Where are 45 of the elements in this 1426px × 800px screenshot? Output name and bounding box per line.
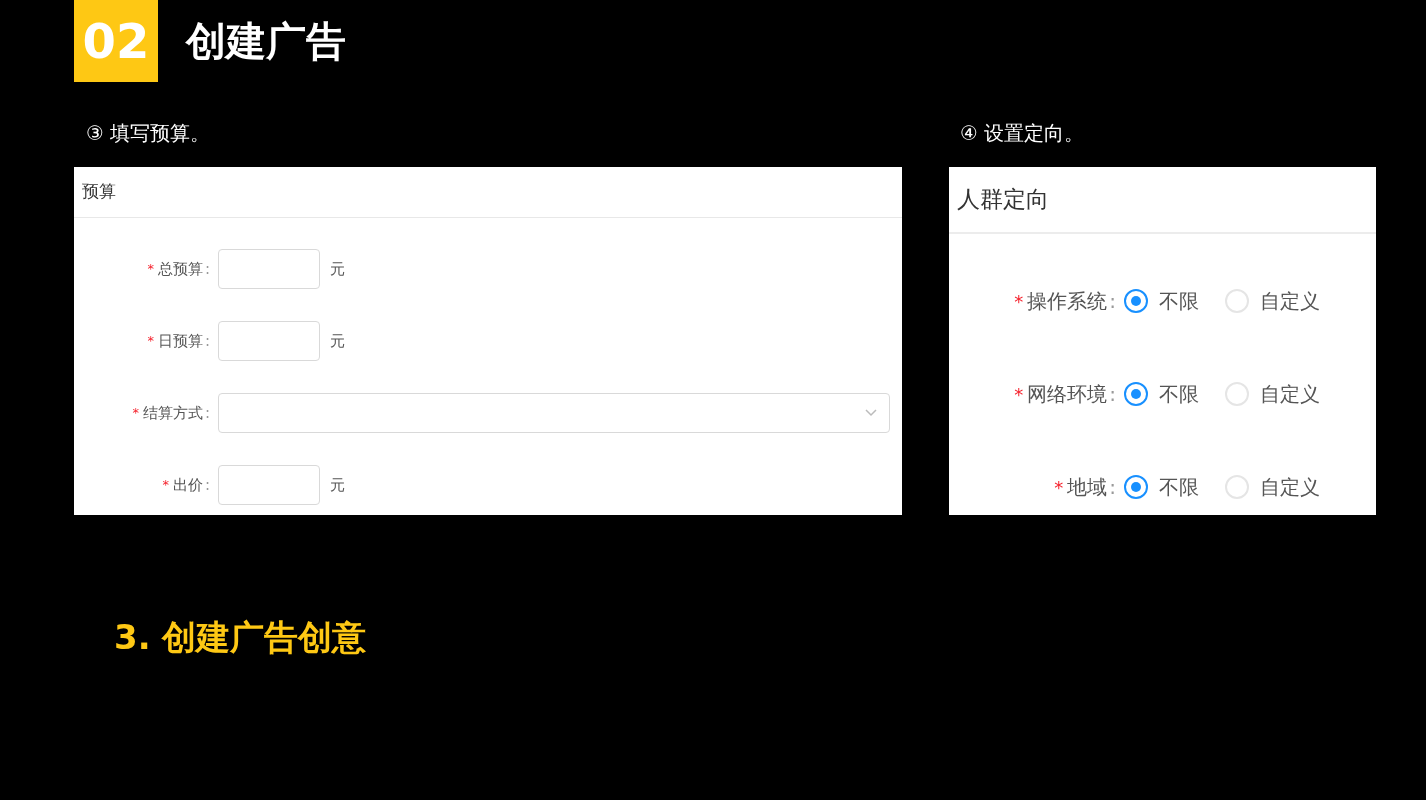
radio-button[interactable] — [1124, 475, 1148, 499]
colon: : — [204, 258, 210, 280]
required-mark: * — [132, 404, 139, 423]
field-label: 总预算 — [157, 258, 203, 280]
radio-button[interactable] — [1124, 382, 1148, 406]
section-heading: 3. 创建广告创意 — [114, 616, 368, 659]
field-label: 操作系统 — [1027, 288, 1108, 315]
field-label: 网络环境 — [1027, 381, 1108, 408]
colon: : — [1109, 288, 1116, 315]
radio-option[interactable]: 不限 — [1124, 379, 1199, 409]
required-mark: * — [1054, 475, 1064, 500]
field-label: 地域 — [1067, 474, 1108, 501]
colon: : — [204, 474, 210, 496]
radio-option[interactable]: 不限 — [1124, 286, 1199, 316]
field-label: 结算方式 — [142, 402, 203, 424]
colon: : — [1109, 474, 1116, 501]
input-field[interactable] — [218, 465, 320, 505]
field-label: 日预算 — [157, 330, 203, 352]
select-field[interactable] — [218, 393, 890, 433]
input-field[interactable] — [218, 321, 320, 361]
colon: : — [204, 330, 210, 352]
required-mark: * — [147, 260, 154, 279]
colon: : — [1109, 381, 1116, 408]
step-caption: ③ 填写预算。 — [86, 120, 212, 147]
required-mark: * — [1014, 382, 1024, 407]
page-title: 创建广告 — [186, 17, 346, 66]
chevron-down-icon — [865, 409, 877, 417]
unit-label: 元 — [330, 474, 345, 496]
unit-label: 元 — [330, 330, 345, 352]
radio-option[interactable]: 自定义 — [1225, 286, 1320, 316]
required-mark: * — [147, 332, 154, 351]
step-caption: ④ 设置定向。 — [960, 120, 1086, 147]
input-field[interactable] — [218, 249, 320, 289]
colon: : — [204, 402, 210, 424]
panel-title: 预算 — [82, 180, 116, 204]
required-mark: * — [1014, 289, 1024, 314]
radio-option[interactable]: 自定义 — [1225, 379, 1320, 409]
required-mark: * — [162, 476, 169, 495]
field-label: 出价 — [172, 474, 203, 496]
unit-label: 元 — [330, 258, 345, 280]
radio-option[interactable]: 自定义 — [1225, 472, 1320, 502]
radio-button[interactable] — [1124, 289, 1148, 313]
radio-option[interactable]: 不限 — [1124, 472, 1199, 502]
section-number-badge: 02 — [74, 0, 158, 82]
panel-title: 人群定向 — [957, 185, 1049, 215]
